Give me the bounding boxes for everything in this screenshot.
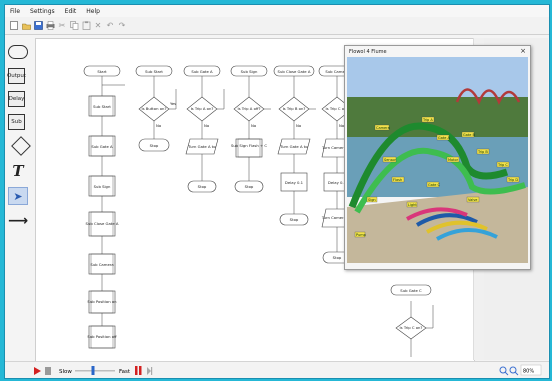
print-icon[interactable] <box>45 20 55 31</box>
start-step-2-label: Sub Gate A <box>91 144 113 149</box>
start-step-1-label: Sub Start <box>93 104 111 109</box>
speed-slider-track[interactable] <box>75 370 115 372</box>
action-stop-1-label: Stop <box>150 143 159 148</box>
stop-terminal-5-label: Stop <box>333 255 342 260</box>
menu-bar: File Settings Edit Help <box>5 5 549 17</box>
action-sub-sign[interactable] <box>235 138 263 158</box>
cut-icon[interactable]: ✂ <box>57 20 67 31</box>
paste-icon[interactable] <box>81 20 91 31</box>
tag-gate-b: Gate B <box>463 133 475 137</box>
delay-block-label: Delay 0.1 <box>285 180 304 185</box>
decision-1-label: Is Button on? <box>142 106 167 111</box>
tag-sign: Sign <box>368 198 376 202</box>
start-step-7-label: Sub Position off <box>87 334 117 339</box>
tag-light: Light <box>408 203 417 207</box>
slow-label: Slow <box>59 369 72 375</box>
tag-motor: Motor <box>448 158 459 162</box>
toolbar: ✂ ✕ ↶ ↷ <box>5 17 549 35</box>
stop-terminal-2-label: Stop <box>198 184 207 189</box>
action-sub-sign-label: Sub Sign Flash + C <box>231 143 267 148</box>
step-icon-bar[interactable] <box>151 367 153 375</box>
stop-terminal-3-label: Stop <box>245 184 254 189</box>
start-label: Start <box>97 69 107 74</box>
stop-terminal-4-label: Stop <box>290 217 299 222</box>
pause-icon-bar-1[interactable] <box>135 366 138 375</box>
decision-1-yes: Yes <box>170 101 176 106</box>
tag-trip-b: Trip B <box>477 150 488 154</box>
decision-2-label: Is Trip A on? <box>191 106 214 111</box>
simulation-window-titlebar[interactable]: Flowol 4 Flume × <box>345 46 530 57</box>
tag-trip-a: Trip A <box>422 118 433 122</box>
tag-gate-a: Gate A <box>438 136 450 140</box>
tag-valve: Valve <box>468 198 477 202</box>
close-icon[interactable]: × <box>520 47 526 55</box>
decision-4-no: No <box>296 123 302 128</box>
redo-icon[interactable]: ↷ <box>117 20 127 31</box>
tag-pump: Pump <box>356 233 367 237</box>
open-icon[interactable] <box>21 20 31 31</box>
decision-1-no: No <box>156 123 162 128</box>
menu-settings[interactable]: Settings <box>25 8 60 15</box>
palette-start-oval[interactable] <box>8 43 28 61</box>
palette-text-tool[interactable]: T <box>8 162 28 180</box>
sub-terminal-2-label: Sub Gate A <box>191 69 213 74</box>
simulation-window-title: Flowol 4 Flume <box>349 48 387 55</box>
tag-camera: Camera <box>376 126 390 130</box>
new-icon[interactable] <box>9 20 19 31</box>
fast-label: Fast <box>119 369 131 375</box>
water-park-scene: Camera Trip A Gate A Trip B Trip C Flash… <box>347 57 528 263</box>
menu-file[interactable]: File <box>5 8 25 15</box>
start-step-5-label: Sub Camera <box>90 262 113 267</box>
action-gate-a-label: Turn Gate A to <box>187 144 216 149</box>
status-bar-controls: Slow Fast 80% <box>34 364 542 376</box>
shape-palette: Output Delay Sub T ➤ ⟶ <box>6 43 32 263</box>
decision-4-label: Is Trip B on? <box>283 106 306 111</box>
app-window: File Settings Edit Help ✂ ✕ ↶ ↷ Output D… <box>4 4 550 379</box>
decision-3-label: Is Trip A off? <box>237 106 260 111</box>
sub-terminal-1-label: Sub Start <box>145 69 163 74</box>
palette-sub-button[interactable]: Sub <box>8 114 25 130</box>
delete-icon[interactable]: ✕ <box>93 20 103 31</box>
pointer-icon[interactable]: ➤ <box>8 187 28 205</box>
tag-trip-c: Trip C <box>497 163 508 167</box>
undo-icon[interactable]: ↶ <box>105 20 115 31</box>
decision-2-no: No <box>204 123 210 128</box>
palette-delay-button[interactable]: Delay <box>8 91 25 107</box>
tag-trip-d: Trip D <box>507 178 518 182</box>
status-bar: Slow Fast 80% <box>5 361 549 378</box>
arrow-connector-icon[interactable]: ⟶ <box>8 212 28 230</box>
sub-gate-c-label: Sub Gate C <box>400 288 422 293</box>
zoom-value: 80% <box>523 369 534 375</box>
tag-gate-c: Gate C <box>428 183 440 187</box>
step-icon[interactable] <box>147 367 151 375</box>
speed-slider-thumb[interactable] <box>91 366 95 375</box>
decision-3-no: No <box>251 123 257 128</box>
palette-decision-diamond[interactable] <box>8 136 31 156</box>
start-step-6-label: Sub Position on <box>87 299 117 304</box>
decision-trip-c-label: Is Trip C on? <box>400 325 423 330</box>
simulation-window[interactable]: Flowol 4 Flume × Camera Trip A Gate A Tr… <box>344 45 531 270</box>
copy-icon[interactable] <box>69 20 79 31</box>
menu-edit[interactable]: Edit <box>60 8 82 15</box>
sub-terminal-4-label: Sub Close Gate A <box>278 69 311 74</box>
palette-output-button[interactable]: Output <box>7 68 26 84</box>
menu-help[interactable]: Help <box>81 8 105 15</box>
run-icon[interactable] <box>34 367 41 375</box>
pause-icon-bar-2[interactable] <box>139 366 142 375</box>
action-gate-a-2-label: Turn Gate A to <box>279 144 308 149</box>
sub-terminal-3-label: Sub Sign <box>241 69 258 74</box>
tag-flash: Flash <box>393 178 402 182</box>
start-step-4-label: Sub Close Gate A <box>86 221 119 226</box>
start-step-3-label: Sub Sign <box>94 184 111 189</box>
save-icon[interactable] <box>33 20 43 31</box>
tag-sensor: Sensor <box>384 158 397 162</box>
stop-icon[interactable] <box>45 367 51 375</box>
